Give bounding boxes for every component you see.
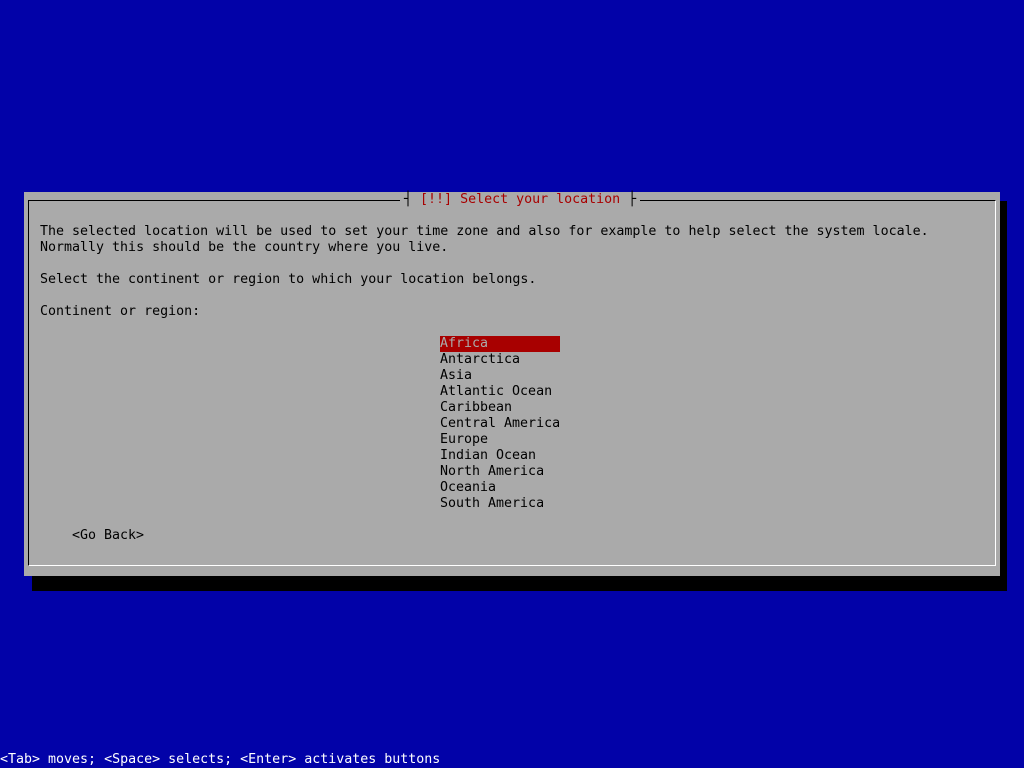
go-back-button[interactable]: <Go Back> (72, 528, 144, 544)
title-right-bracket: ├ (620, 192, 637, 207)
region-item-antarctica[interactable]: Antarctica (440, 352, 560, 368)
region-item-oceania[interactable]: Oceania (440, 480, 560, 496)
description-line-1: The selected location will be used to se… (40, 224, 929, 239)
region-list[interactable]: Africa Antarctica Asia Atlantic Ocean Caribb… (440, 336, 560, 512)
instruction-text: Select the continent or region to which … (40, 272, 537, 287)
region-item-europe[interactable]: Europe (440, 432, 560, 448)
region-item-africa[interactable]: Africa (440, 336, 560, 352)
title-text: Select your location (460, 192, 621, 207)
region-item-north-america[interactable]: North America (440, 464, 560, 480)
list-label: Continent or region: (40, 304, 201, 319)
region-item-asia[interactable]: Asia (440, 368, 560, 384)
region-item-caribbean[interactable]: Caribbean (440, 400, 560, 416)
title-left-bracket: ┤ (404, 192, 421, 207)
select-location-dialog: ┤ [!!] Select your location ├ The select… (24, 192, 1000, 576)
region-item-south-america[interactable]: South America (440, 496, 560, 512)
title-marker: [!!] (420, 192, 453, 207)
region-item-central-america[interactable]: Central America (440, 416, 560, 432)
region-item-atlantic-ocean[interactable]: Atlantic Ocean (440, 384, 560, 400)
region-item-indian-ocean[interactable]: Indian Ocean (440, 448, 560, 464)
help-line: <Tab> moves; <Space> selects; <Enter> ac… (0, 752, 441, 768)
description-line-2: Normally this should be the country wher… (40, 240, 449, 255)
dialog-title: ┤ [!!] Select your location ├ (400, 192, 641, 208)
